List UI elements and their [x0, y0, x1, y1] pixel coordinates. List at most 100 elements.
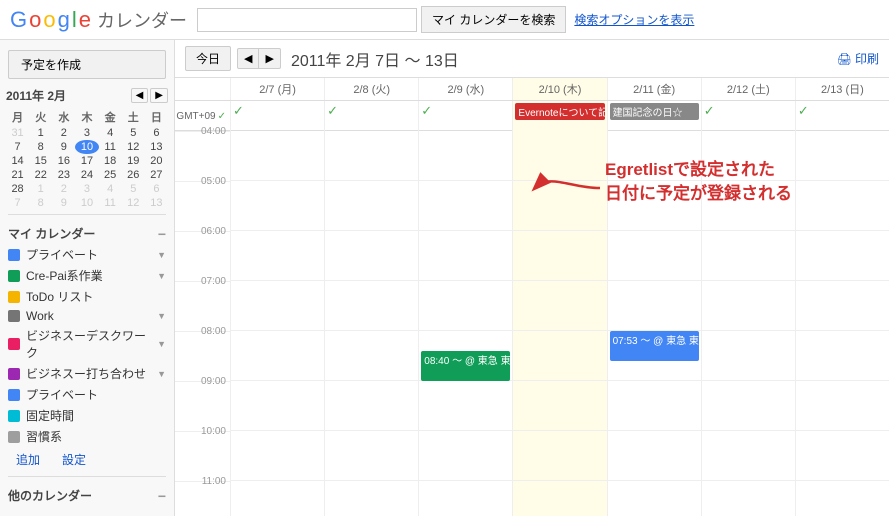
mini-cal-day[interactable]: 18 — [99, 154, 122, 168]
hour-line — [325, 181, 418, 231]
mini-cal-day[interactable]: 13 — [145, 140, 168, 154]
mini-cal-day[interactable]: 9 — [52, 196, 75, 210]
mini-cal-day[interactable]: 21 — [6, 168, 29, 182]
time-col-header — [175, 78, 230, 100]
next-week-button[interactable]: ▶ — [259, 48, 280, 69]
mini-cal-day[interactable]: 2 — [52, 126, 75, 140]
mini-cal-day[interactable]: 13 — [145, 196, 168, 210]
calendar-item[interactable]: Cre-Pai系作業▼ — [0, 265, 174, 286]
mini-cal-day[interactable]: 12 — [122, 140, 145, 154]
mini-cal-week-row: 14151617181920 — [6, 154, 168, 168]
mini-cal-day[interactable]: 1 — [29, 182, 52, 196]
my-calendars-collapse-icon[interactable]: − — [158, 226, 166, 242]
allday-event[interactable]: 建国記念の日☆ — [610, 103, 699, 120]
mini-cal-day[interactable]: 11 — [99, 196, 122, 210]
mini-cal-day[interactable]: 16 — [52, 154, 75, 168]
mini-cal-prev[interactable]: ◀ — [131, 88, 149, 103]
mini-cal-day[interactable]: 12 — [122, 196, 145, 210]
allday-event[interactable]: Evernoteについて記事を — [515, 103, 604, 120]
day-header-fri: 2/11 (金) — [607, 78, 701, 100]
hour-line — [796, 231, 889, 281]
calendar-item[interactable]: ビジネスーデスクワーク▼ — [0, 325, 174, 363]
mini-cal-day[interactable]: 10 — [75, 140, 98, 154]
calendar-item[interactable]: プライベート▼ — [0, 244, 174, 265]
mini-cal-day[interactable]: 9 — [52, 140, 75, 154]
cal-range: 2011年 2月 7日 〜 13日 — [291, 47, 459, 71]
allday-cell: ✓ — [230, 101, 324, 131]
other-calendars-collapse-icon[interactable]: − — [158, 488, 166, 504]
day-header-thu: 2/10 (木) — [512, 78, 606, 100]
hour-line — [231, 231, 324, 281]
hour-line — [702, 481, 795, 516]
create-event-button[interactable]: 予定を作成 — [8, 50, 166, 79]
calendar-item[interactable]: ToDo リスト — [0, 286, 174, 307]
hour-line — [702, 431, 795, 481]
hour-line — [608, 281, 701, 331]
mini-cal-day[interactable]: 31 — [6, 126, 29, 140]
mini-cal-day[interactable]: 19 — [122, 154, 145, 168]
mini-cal-day[interactable]: 23 — [52, 168, 75, 182]
mini-cal-day[interactable]: 10 — [75, 196, 98, 210]
mini-cal-day[interactable]: 15 — [29, 154, 52, 168]
calendar-item[interactable]: Work▼ — [0, 307, 174, 325]
time-slot-label: 08:00 — [175, 331, 230, 381]
sidebar-divider — [8, 214, 166, 215]
search-button[interactable]: マイ カレンダーを検索 — [421, 6, 566, 33]
mini-cal-day[interactable]: 5 — [122, 126, 145, 140]
mini-cal-day[interactable]: 8 — [29, 140, 52, 154]
mini-cal-day[interactable]: 7 — [6, 196, 29, 210]
mini-cal-day[interactable]: 6 — [145, 182, 168, 196]
mini-cal-week-row: 28123456 — [6, 182, 168, 196]
mini-cal-day[interactable]: 28 — [6, 182, 29, 196]
mini-cal-day[interactable]: 20 — [145, 154, 168, 168]
allday-cell: ✓Evernoteについて記事を — [512, 101, 606, 131]
mini-cal-day[interactable]: 8 — [29, 196, 52, 210]
hour-line — [231, 381, 324, 431]
my-cal-links: 追加 設定 — [0, 447, 174, 472]
calendar-item[interactable]: 固定時間 — [0, 405, 174, 426]
my-calendars-label: マイ カレンダー — [8, 225, 95, 242]
calendar-color-box — [8, 431, 20, 443]
search-input[interactable] — [197, 8, 417, 32]
mini-cal-dow: 土 — [122, 108, 145, 126]
calendar-event[interactable]: 07:53 〜 @ 東急 東横線 — [610, 331, 699, 361]
mini-cal-day[interactable]: 14 — [6, 154, 29, 168]
search-options-link[interactable]: 検索オプションを表示 — [574, 11, 694, 28]
prev-week-button[interactable]: ◀ — [237, 48, 259, 69]
print-button[interactable]: 🖨 印刷 — [837, 50, 879, 67]
hour-line — [513, 231, 606, 281]
mini-cal-next[interactable]: ▶ — [150, 88, 168, 103]
calendar-item[interactable]: 習慣系 — [0, 426, 174, 447]
mini-cal-day[interactable]: 2 — [52, 182, 75, 196]
calendar-item[interactable]: ビジネスー打ち合わせ▼ — [0, 363, 174, 384]
today-button[interactable]: 今日 — [185, 46, 231, 71]
mini-cal-day[interactable]: 26 — [122, 168, 145, 182]
mini-cal-day[interactable]: 5 — [122, 182, 145, 196]
mini-cal-day[interactable]: 24 — [75, 168, 98, 182]
calendar-event[interactable]: 08:40 〜 @ 東急 東横線 — [421, 351, 510, 381]
settings-link[interactable]: 設定 — [54, 449, 94, 470]
mini-cal-day[interactable]: 22 — [29, 168, 52, 182]
hour-line — [513, 331, 606, 381]
mini-cal-day[interactable]: 27 — [145, 168, 168, 182]
logo-g2: g — [58, 7, 70, 33]
mini-cal-day[interactable]: 3 — [75, 182, 98, 196]
hour-line — [419, 181, 512, 231]
mini-cal-day[interactable]: 4 — [99, 182, 122, 196]
add-calendar-link[interactable]: 追加 — [8, 449, 48, 470]
mini-cal-day[interactable]: 17 — [75, 154, 98, 168]
time-slot-label: 05:00 — [175, 181, 230, 231]
mini-cal-day[interactable]: 3 — [75, 126, 98, 140]
hour-line — [796, 431, 889, 481]
mini-cal-day[interactable]: 6 — [145, 126, 168, 140]
mini-cal-day[interactable]: 25 — [99, 168, 122, 182]
time-label: 05:00 — [201, 176, 226, 187]
mini-cal-day[interactable]: 7 — [6, 140, 29, 154]
mini-cal-day[interactable]: 11 — [99, 140, 122, 154]
mini-cal-dow: 月 — [6, 108, 29, 126]
hour-line — [325, 431, 418, 481]
calendar-item[interactable]: プライベート — [0, 384, 174, 405]
mini-cal-day[interactable]: 4 — [99, 126, 122, 140]
mini-cal-day[interactable]: 1 — [29, 126, 52, 140]
time-slot-label: 09:00 — [175, 381, 230, 431]
